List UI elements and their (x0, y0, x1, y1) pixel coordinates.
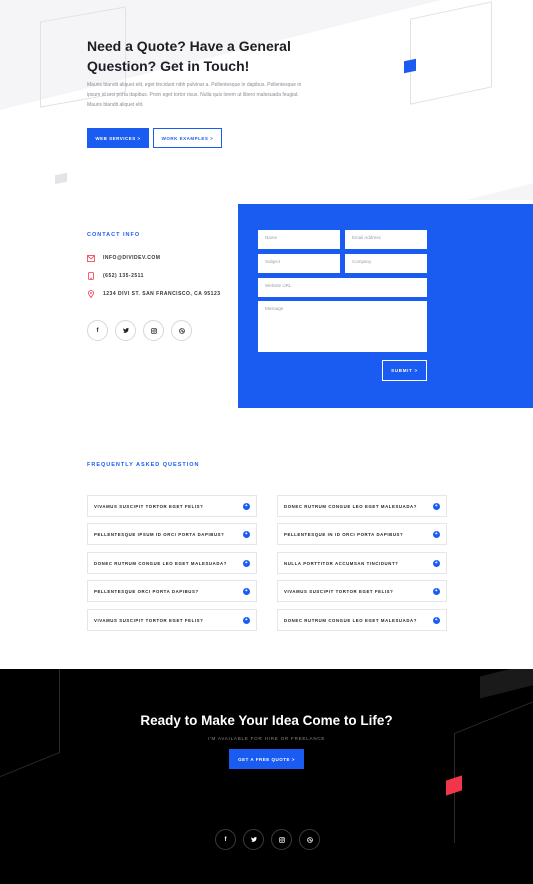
website-url-field[interactable]: Website URL (258, 278, 427, 297)
faq-question: PELLENTESQUE ORCI PORTA DAPIBUS? (94, 588, 199, 594)
faq-item[interactable]: VIVAMUS SUSCIPIT TORTOR EGET FELIS? + (277, 580, 447, 602)
facebook-icon[interactable]: f (87, 320, 108, 341)
plus-icon: + (243, 502, 250, 510)
faq-question: VIVAMUS SUSCIPIT TORTOR EGET FELIS? (284, 588, 394, 594)
decorative-shade (480, 669, 533, 699)
submit-button[interactable]: SUBMIT > (382, 360, 427, 381)
instagram-icon[interactable] (143, 320, 164, 341)
web-services-button[interactable]: WEB SERVICES > (87, 128, 149, 148)
hero-title: Need a Quote? Have a General Question? G… (87, 38, 291, 74)
work-examples-button[interactable]: WORK EXAMPLES > (153, 128, 222, 148)
message-field[interactable]: Message (258, 301, 427, 352)
get-free-quote-button[interactable]: GET A FREE QUOTE > (229, 749, 304, 769)
faq-question: DONEC RUTRUM CONGUE LEO EGET MALESUADA? (284, 503, 417, 509)
map-pin-icon (87, 290, 95, 298)
contact-info-heading: CONTACT INFO (87, 232, 141, 238)
twitter-icon[interactable] (243, 829, 264, 850)
plus-icon: + (433, 559, 440, 567)
contact-email: INFO@DIVIDEV.COM (103, 255, 161, 261)
faq-item[interactable]: PELLENTESQUE ORCI PORTA DAPIBUS? + (87, 580, 257, 602)
facebook-icon[interactable]: f (215, 829, 236, 850)
hero-body: Mauris blandit aliquet elit, eget tincid… (87, 82, 302, 108)
contact-phone-row[interactable]: (652) 135-2511 (87, 272, 144, 280)
plus-icon: + (433, 587, 440, 595)
decorative-blue-chip (404, 58, 416, 74)
contact-phone: (652) 135-2511 (103, 273, 144, 279)
twitter-icon[interactable] (115, 320, 136, 341)
instagram-icon[interactable] (271, 829, 292, 850)
contact-address: 1234 DIVI ST. SAN FRANCISCO, CA 95123 (103, 291, 221, 297)
dribbble-icon[interactable] (171, 320, 192, 341)
phone-icon (87, 272, 95, 280)
plus-icon: + (243, 616, 250, 624)
faq-question: VIVAMUS SUSCIPIT TORTOR EGET FELIS? (94, 503, 204, 509)
faq-item[interactable]: DONEC RUTRUM CONGUE LEO EGET MALESUADA? + (87, 552, 257, 574)
faq-question: DONEC RUTRUM CONGUE LEO EGET MALESUADA? (94, 560, 227, 566)
faq-item[interactable]: VIVAMUS SUSCIPIT TORTOR EGET FELIS? + (87, 495, 257, 517)
faq-question: NULLA PORTTITOR ACCUMSAN TINCIDUNT? (284, 560, 399, 566)
faq-item[interactable]: NULLA PORTTITOR ACCUMSAN TINCIDUNT? + (277, 552, 447, 574)
faq-item[interactable]: PELLENTESQUE IPSUM ID ORCI PORTA DAPIBUS… (87, 523, 257, 545)
plus-icon: + (243, 587, 250, 595)
envelope-icon (87, 254, 95, 262)
company-field[interactable]: Company (345, 254, 427, 273)
decorative-outline (410, 1, 492, 105)
contact-address-row: 1234 DIVI ST. SAN FRANCISCO, CA 95123 (87, 290, 221, 298)
faq-item[interactable]: DONEC RUTRUM CONGUE LEO EGET MALESUADA? + (277, 495, 447, 517)
footer-social-links: f (215, 829, 320, 850)
plus-icon: + (243, 530, 250, 538)
footer-cta-section: Ready to Make Your Idea Come to Life? I'… (0, 669, 533, 884)
dribbble-icon[interactable] (299, 829, 320, 850)
faq-item[interactable]: DONEC RUTRUM CONGUE LEO EGET MALESUADA? + (277, 609, 447, 631)
email-field[interactable]: Email Address (345, 230, 427, 249)
contact-email-row[interactable]: INFO@DIVIDEV.COM (87, 254, 160, 262)
faq-item[interactable]: VIVAMUS SUSCIPIT TORTOR EGET FELIS? + (87, 609, 257, 631)
decorative-line (454, 684, 533, 844)
subject-field[interactable]: Subject (258, 254, 340, 273)
faq-question: DONEC RUTRUM CONGUE LEO EGET MALESUADA? (284, 617, 417, 623)
faq-question: VIVAMUS SUSCIPIT TORTOR EGET FELIS? (94, 617, 204, 623)
hero-section: Need a Quote? Have a General Question? G… (0, 0, 533, 200)
contact-social-links: f (87, 320, 192, 341)
footer-title: Ready to Make Your Idea Come to Life? (140, 713, 393, 728)
plus-icon: + (243, 559, 250, 567)
footer-subtitle: I'M AVAILABLE FOR HIRE OR FREELANCE (207, 736, 326, 741)
plus-icon: + (433, 502, 440, 510)
plus-icon: + (433, 530, 440, 538)
faq-item[interactable]: PELLENTESQUE IN ID ORCI PORTA DAPIBUS? + (277, 523, 447, 545)
name-field[interactable]: Name (258, 230, 340, 249)
plus-icon: + (433, 616, 440, 624)
faq-question: PELLENTESQUE IN ID ORCI PORTA DAPIBUS? (284, 531, 404, 537)
faq-heading: FREQUENTLY ASKED QUESTION (87, 462, 200, 468)
faq-question: PELLENTESQUE IPSUM ID ORCI PORTA DAPIBUS… (94, 531, 225, 537)
